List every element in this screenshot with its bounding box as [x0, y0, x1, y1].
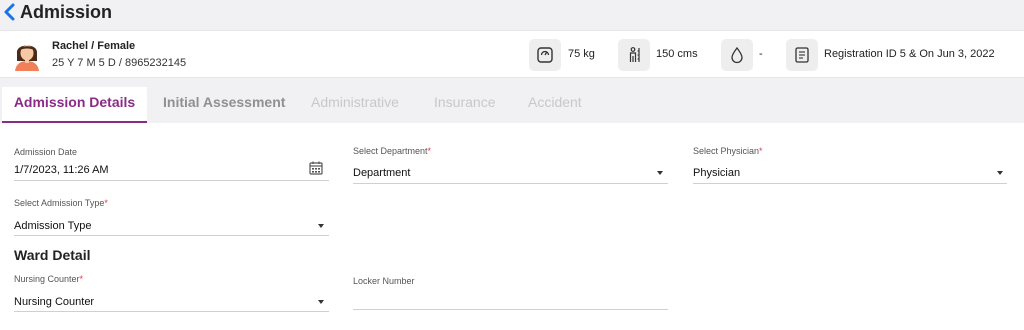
- page-header: Admission: [0, 0, 1024, 26]
- department-chevron-down-icon[interactable]: [657, 171, 663, 175]
- admission-date-input[interactable]: 1/7/2023, 11:26 AM: [14, 164, 109, 176]
- nursing-counter-chevron-down-icon[interactable]: [318, 300, 324, 304]
- patient-name-gender: Rachel / Female: [52, 40, 136, 52]
- physician-select[interactable]: Physician: [693, 167, 740, 179]
- tab-accident[interactable]: Accident: [528, 87, 582, 123]
- tab-bar: Admission Details Initial Assessment Adm…: [0, 87, 1024, 123]
- admission-details-form: Admission Date 1/7/2023, 11:26 AM Select…: [0, 123, 1024, 330]
- ward-detail-heading: Ward Detail: [14, 247, 91, 263]
- required-asterisk: *: [427, 146, 432, 156]
- admission-type-select[interactable]: Admission Type: [14, 220, 91, 232]
- tab-admission-details[interactable]: Admission Details: [2, 87, 147, 123]
- patient-height: 150 cms: [656, 48, 698, 60]
- physician-chevron-down-icon[interactable]: [997, 171, 1003, 175]
- registration-document-icon: [786, 39, 818, 71]
- patient-registration: Registration ID 5 & On Jun 3, 2022: [824, 48, 995, 60]
- required-asterisk: *: [759, 146, 763, 156]
- nursing-counter-label: Nursing Counter*: [14, 274, 84, 284]
- patient-weight: 75 kg: [568, 48, 595, 60]
- admission-type-label: Select Admission Type*: [14, 198, 108, 208]
- locker-number-input[interactable]: [353, 293, 668, 307]
- nursing-counter-select[interactable]: Nursing Counter: [14, 296, 94, 308]
- department-underline: [353, 183, 668, 184]
- height-person-icon: [618, 39, 650, 71]
- admission-type-chevron-down-icon[interactable]: [318, 224, 324, 228]
- patient-age-phone: 25 Y 7 M 5 D / 8965232145: [52, 57, 187, 69]
- admission-date-underline: [14, 180, 329, 181]
- patient-avatar-icon: [15, 45, 39, 71]
- locker-number-underline: [353, 309, 668, 310]
- admission-date-label: Admission Date: [14, 147, 78, 157]
- required-asterisk: *: [79, 274, 84, 284]
- patient-info-bar: Rachel / Female 25 Y 7 M 5 D / 896523214…: [0, 30, 1024, 78]
- patient-blood-group: -: [759, 48, 763, 60]
- tab-initial-assessment[interactable]: Initial Assessment: [163, 87, 285, 123]
- blood-drop-icon: [721, 39, 753, 71]
- weight-scale-icon: [529, 39, 561, 71]
- locker-number-label: Locker Number: [353, 276, 415, 286]
- calendar-icon[interactable]: [309, 161, 323, 175]
- physician-label: Select Physician*: [693, 146, 763, 156]
- tab-insurance[interactable]: Insurance: [434, 87, 495, 123]
- tab-administrative[interactable]: Administrative: [311, 87, 399, 123]
- nursing-counter-underline: [14, 311, 329, 312]
- page-title: Admission: [20, 2, 113, 22]
- required-asterisk: *: [104, 198, 108, 208]
- admission-type-underline: [14, 235, 329, 236]
- physician-underline: [693, 183, 1007, 184]
- back-arrow-icon[interactable]: [2, 3, 18, 21]
- department-label: Select Department*: [353, 146, 432, 156]
- department-select[interactable]: Department: [353, 167, 410, 179]
